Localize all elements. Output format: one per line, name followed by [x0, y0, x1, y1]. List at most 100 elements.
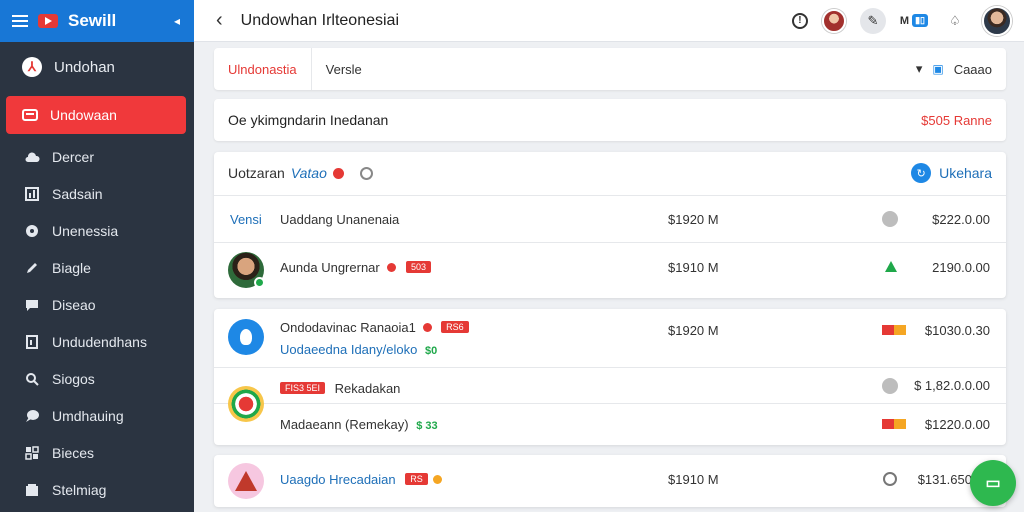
list-card-3: Uaagdo Hrecadaian RS $1910 M $131.650.00 [214, 455, 1006, 507]
row-tag: RS6 [441, 321, 469, 333]
table-row[interactable]: Madaeann (Remekay) $ 33 $1220.0.00 [214, 404, 1006, 445]
list-header-label: Uotzaran [228, 165, 285, 181]
sidebar-user[interactable]: ⅄ Undohan [0, 42, 194, 92]
notification-icon[interactable]: ♤ [942, 8, 968, 34]
sidebar-item-label: Sadsain [52, 185, 103, 202]
user-name: Undohan [54, 58, 115, 76]
table-row[interactable]: Aunda Ungrernar 503 $1910 M 2190.0.00 [214, 243, 1006, 298]
topbar: ‹ Undowhan Irlteonesiai ! ✎ M ▮▯ ♤ [194, 0, 1024, 42]
list-header-right[interactable]: ↻ Ukehara [911, 163, 992, 183]
list-header-right-label: Ukehara [939, 165, 992, 181]
drop-avatar-icon [228, 319, 264, 355]
table-row[interactable]: Uaagdo Hrecadaian RS $1910 M $131.650.00 [214, 455, 1006, 507]
triangle-avatar-icon [228, 463, 264, 499]
row-amount: $1920 M [668, 212, 719, 227]
pencil-icon [24, 260, 40, 276]
refresh-icon[interactable] [359, 166, 373, 180]
summary-price: $505 Ranne [921, 112, 992, 128]
card-icon [22, 107, 38, 123]
sidebar-item-7[interactable]: Siogos [0, 360, 194, 397]
sidebar-item-8[interactable]: Umdhauing [0, 397, 194, 434]
row-value: $1220.0.00 [924, 417, 990, 432]
sidebar-item-10[interactable]: Stelmiag [0, 471, 194, 508]
sidebar-item-4[interactable]: Biagle [0, 249, 194, 286]
chart-badge-icon: ▮▯ [912, 14, 928, 27]
sidebar-item-0[interactable]: Undowaan [6, 96, 186, 134]
status-icon [882, 211, 898, 227]
alert-dot-icon [387, 263, 397, 272]
sidebar-header: Sewill ◂ [0, 0, 194, 42]
row-name: Uaddang Unanenaia [280, 212, 400, 227]
row-subtitle-wrap: Uodaeedna Idany/eloko $0 [280, 342, 437, 357]
flag-icon [882, 325, 906, 335]
add-fab-button[interactable]: ▭ [970, 460, 1016, 506]
cloud-icon [24, 149, 40, 165]
alert-dot-icon [332, 167, 344, 179]
search-icon [24, 371, 40, 387]
row-value: $222.0.00 [932, 212, 990, 227]
row-value: 2190.0.00 [932, 260, 990, 275]
tab-indonesia[interactable]: Ulndonastia [214, 48, 312, 90]
profile-avatar[interactable] [982, 5, 1012, 36]
circle-icon [24, 223, 40, 239]
sidebar-item-label: Stelmiag [52, 481, 107, 498]
badge-label: M [899, 14, 910, 27]
sidebar-item-label: Undudendhans [52, 333, 147, 350]
sidebar-item-6[interactable]: Undudendhans [0, 323, 194, 360]
main-content: Ulndonastia Versle ▾ ▣ Caaao Oe ykimgnda… [214, 48, 1006, 507]
back-arrow-icon[interactable]: ‹ [216, 9, 223, 32]
speech-icon [24, 408, 40, 424]
row-sub-tag: $0 [424, 345, 438, 357]
sidebar-item-label: Bieces [52, 444, 95, 461]
row-tag: FIS3 5EI [280, 382, 326, 394]
sidebar-item-3[interactable]: Unenessia [0, 212, 194, 249]
collapse-icon[interactable]: ◂ [174, 14, 180, 28]
table-row[interactable]: FIS3 5EI Rekadakan $ 1,82.0.0.00 [214, 368, 1006, 422]
user-icon: ⅄ [22, 57, 42, 77]
menu-icon[interactable] [12, 15, 28, 27]
sidebar-item-1[interactable]: Dercer [0, 138, 194, 175]
row-amount: $1910 M [668, 260, 719, 275]
alert-dot-icon [422, 323, 432, 332]
online-badge-icon [254, 277, 265, 288]
sidebar-item-label: Diseao [52, 296, 96, 313]
status-icon [882, 378, 898, 394]
user-avatar-small[interactable] [821, 8, 846, 33]
table-row[interactable]: Vensi Uaddang Unanenaia $1920 M $222.0.0… [214, 196, 1006, 243]
list-header: Uotzaran Vatao ↻ Ukehara [214, 152, 1006, 196]
tab-versle[interactable]: Versle [312, 48, 376, 90]
tab-action-label[interactable]: Caaao [954, 62, 992, 77]
brand-name: Sewill [68, 11, 117, 30]
row-subtitle: Uodaeedna Idany/eloko [280, 342, 418, 357]
sidebar: Sewill ◂ ⅄ Undohan Undowaan Dercer Sadsa… [0, 0, 194, 512]
image-icon[interactable]: ▣ [932, 62, 943, 76]
logo-icon [38, 14, 58, 28]
box-icon [24, 482, 40, 498]
dropdown-arrow-icon[interactable]: ▾ [916, 61, 923, 77]
row-prefix: Vensi [230, 212, 262, 227]
row-value: $1030.0.30 [924, 323, 990, 338]
summary-bar[interactable]: Oe ykimgndarin Inedanan $505 Ranne [214, 99, 1006, 141]
info-icon[interactable]: ! [791, 12, 808, 29]
row-name-wrap: Ondodavinac Ranaoia1 RS6 [280, 320, 469, 335]
row-name-wrap: Uaagdo Hrecadaian RS [280, 472, 443, 487]
list-header-left: Uotzaran Vatao [228, 165, 373, 181]
chart-icon [24, 186, 40, 202]
row-tag: RS [405, 473, 428, 485]
app: Sewill ◂ ⅄ Undohan Undowaan Dercer Sadsa… [0, 0, 1024, 512]
alert-dot-icon [433, 475, 443, 484]
row-name-wrap: FIS3 5EI Rekadakan [280, 381, 400, 396]
row-name: Rekadakan [334, 381, 401, 396]
mail-badge[interactable]: M ▮▯ [900, 14, 928, 27]
edit-icon[interactable]: ✎ [859, 7, 886, 34]
row-name: Ondodavinac Ranaoia1 [280, 320, 416, 335]
row-amount: $1910 M [668, 472, 719, 487]
sidebar-item-5[interactable]: Diseao [0, 286, 194, 323]
sidebar-item-2[interactable]: Sadsain [0, 175, 194, 212]
sidebar-item-label: Biagle [52, 259, 91, 276]
doc-icon [24, 334, 40, 350]
table-row[interactable]: Ondodavinac Ranaoia1 RS6 Uodaeedna Idany… [214, 309, 1006, 368]
row-name: Uaagdo Hrecadaian [280, 472, 396, 487]
sidebar-item-9[interactable]: Bieces [0, 434, 194, 471]
sidebar-item-label: Dercer [52, 148, 95, 165]
